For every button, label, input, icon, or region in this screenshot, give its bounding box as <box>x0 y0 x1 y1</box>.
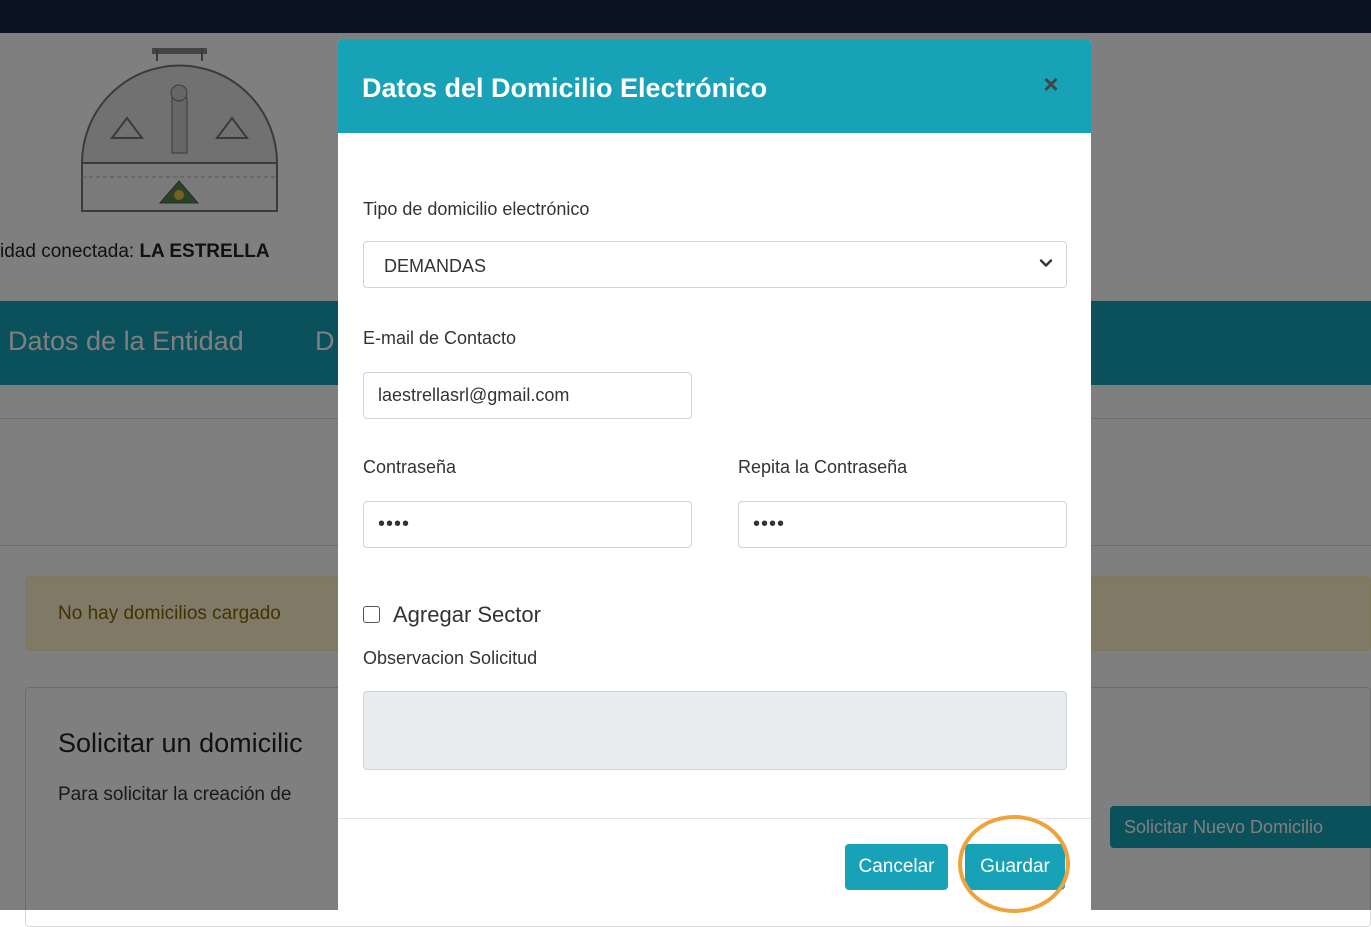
agregar-sector-checkbox[interactable] <box>363 606 380 623</box>
tipo-label: Tipo de domicilio electrónico <box>363 199 590 219</box>
domicilio-modal: Datos del Domicilio Electrónico × Tipo d… <box>338 39 1091 910</box>
repeat-password-field[interactable]: •••• <box>738 501 1067 548</box>
cancel-button[interactable]: Cancelar <box>845 844 948 890</box>
email-field[interactable] <box>363 372 692 419</box>
observacion-textarea[interactable] <box>363 691 1067 770</box>
password-label: Contraseña <box>363 457 457 477</box>
email-label: E-mail de Contacto <box>363 328 517 348</box>
tipo-select-value: DEMANDAS <box>384 256 487 276</box>
tipo-domicilio-select[interactable]: DEMANDAS <box>363 241 1067 288</box>
save-button[interactable]: Guardar <box>965 844 1065 890</box>
observacion-label: Observacion Solicitud <box>363 648 538 668</box>
close-icon[interactable]: × <box>1038 71 1064 97</box>
modal-header: Datos del Domicilio Electrónico × <box>338 39 1091 133</box>
password-mask: •••• <box>378 513 411 535</box>
password-field[interactable]: •••• <box>363 501 692 548</box>
modal-title: Datos del Domicilio Electrónico <box>362 73 768 103</box>
modal-footer-divider <box>338 818 1091 819</box>
agregar-sector-label[interactable]: Agregar Sector <box>393 602 541 628</box>
chevron-down-icon <box>1039 259 1053 267</box>
repeat-password-label: Repita la Contraseña <box>738 457 908 477</box>
repeat-password-mask: •••• <box>753 513 786 535</box>
